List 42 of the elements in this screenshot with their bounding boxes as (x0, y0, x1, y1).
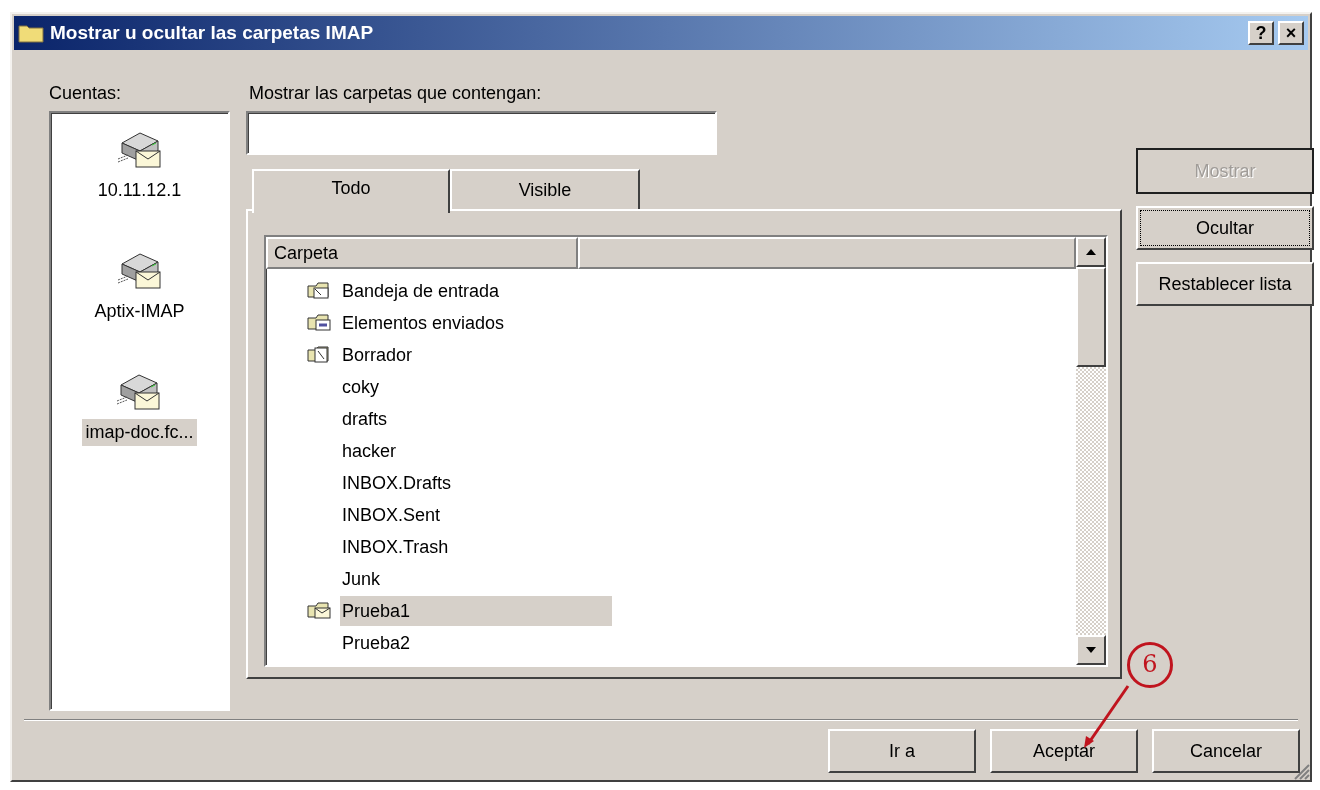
tab[interactable]: Todo (252, 169, 450, 213)
dialog-button[interactable]: Ir a (828, 729, 976, 773)
column-header[interactable]: Carpeta (266, 237, 578, 269)
folder-icon (18, 23, 44, 43)
folder-item[interactable]: Prueba2 (340, 628, 413, 658)
resize-grip-icon[interactable] (1292, 762, 1310, 780)
folder-item[interactable]: INBOX.Trash (340, 532, 451, 562)
window-title: Mostrar u ocultar las carpetas IMAP (50, 20, 375, 45)
dialog-button[interactable]: Cancelar (1152, 729, 1300, 773)
account-name[interactable]: imap-doc.fc... (82, 419, 197, 446)
folder-item[interactable]: Prueba1 (340, 596, 612, 626)
folder-item[interactable]: Bandeja de entrada (340, 276, 502, 306)
callout-number: 6 (1127, 642, 1173, 688)
folder-item[interactable]: Borrador (340, 340, 415, 370)
folder-item[interactable]: INBOX.Drafts (340, 468, 454, 498)
help-button[interactable]: ? (1248, 21, 1274, 45)
up-arrow-icon (1085, 248, 1097, 256)
folder-item[interactable]: drafts (340, 404, 390, 434)
folder-item[interactable]: INBOX.Sent (340, 500, 443, 530)
folder-icon (306, 344, 332, 366)
account-name[interactable]: Aptix-IMAP (91, 298, 188, 325)
scroll-down-button[interactable] (1076, 635, 1106, 665)
folder-item[interactable]: hacker (340, 436, 399, 466)
folder-item[interactable]: Elementos enviados (340, 308, 507, 338)
folder-icon (306, 312, 332, 334)
accounts-label: Cuentas: (49, 82, 123, 105)
close-button[interactable]: × (1278, 21, 1304, 45)
tab[interactable]: Visible (450, 169, 640, 209)
down-arrow-icon (1085, 646, 1097, 654)
filter-label: Mostrar las carpetas que contengan: (249, 82, 543, 105)
scroll-bar[interactable] (1076, 237, 1106, 665)
scroll-up-button[interactable] (1076, 237, 1106, 267)
account-name[interactable]: 10.11.12.1 (94, 177, 185, 204)
action-button[interactable]: Restablecer lista (1136, 262, 1314, 306)
filter-field[interactable] (246, 111, 717, 155)
folder-item[interactable]: Junk (340, 564, 383, 594)
folder-icon (306, 280, 332, 302)
folder-item[interactable]: coky (340, 372, 381, 402)
folder-icon (306, 600, 332, 622)
action-button[interactable]: Ocultar (1136, 206, 1314, 250)
dialog-button[interactable]: Aceptar (990, 729, 1138, 773)
scroll-thumb[interactable] (1076, 267, 1106, 367)
